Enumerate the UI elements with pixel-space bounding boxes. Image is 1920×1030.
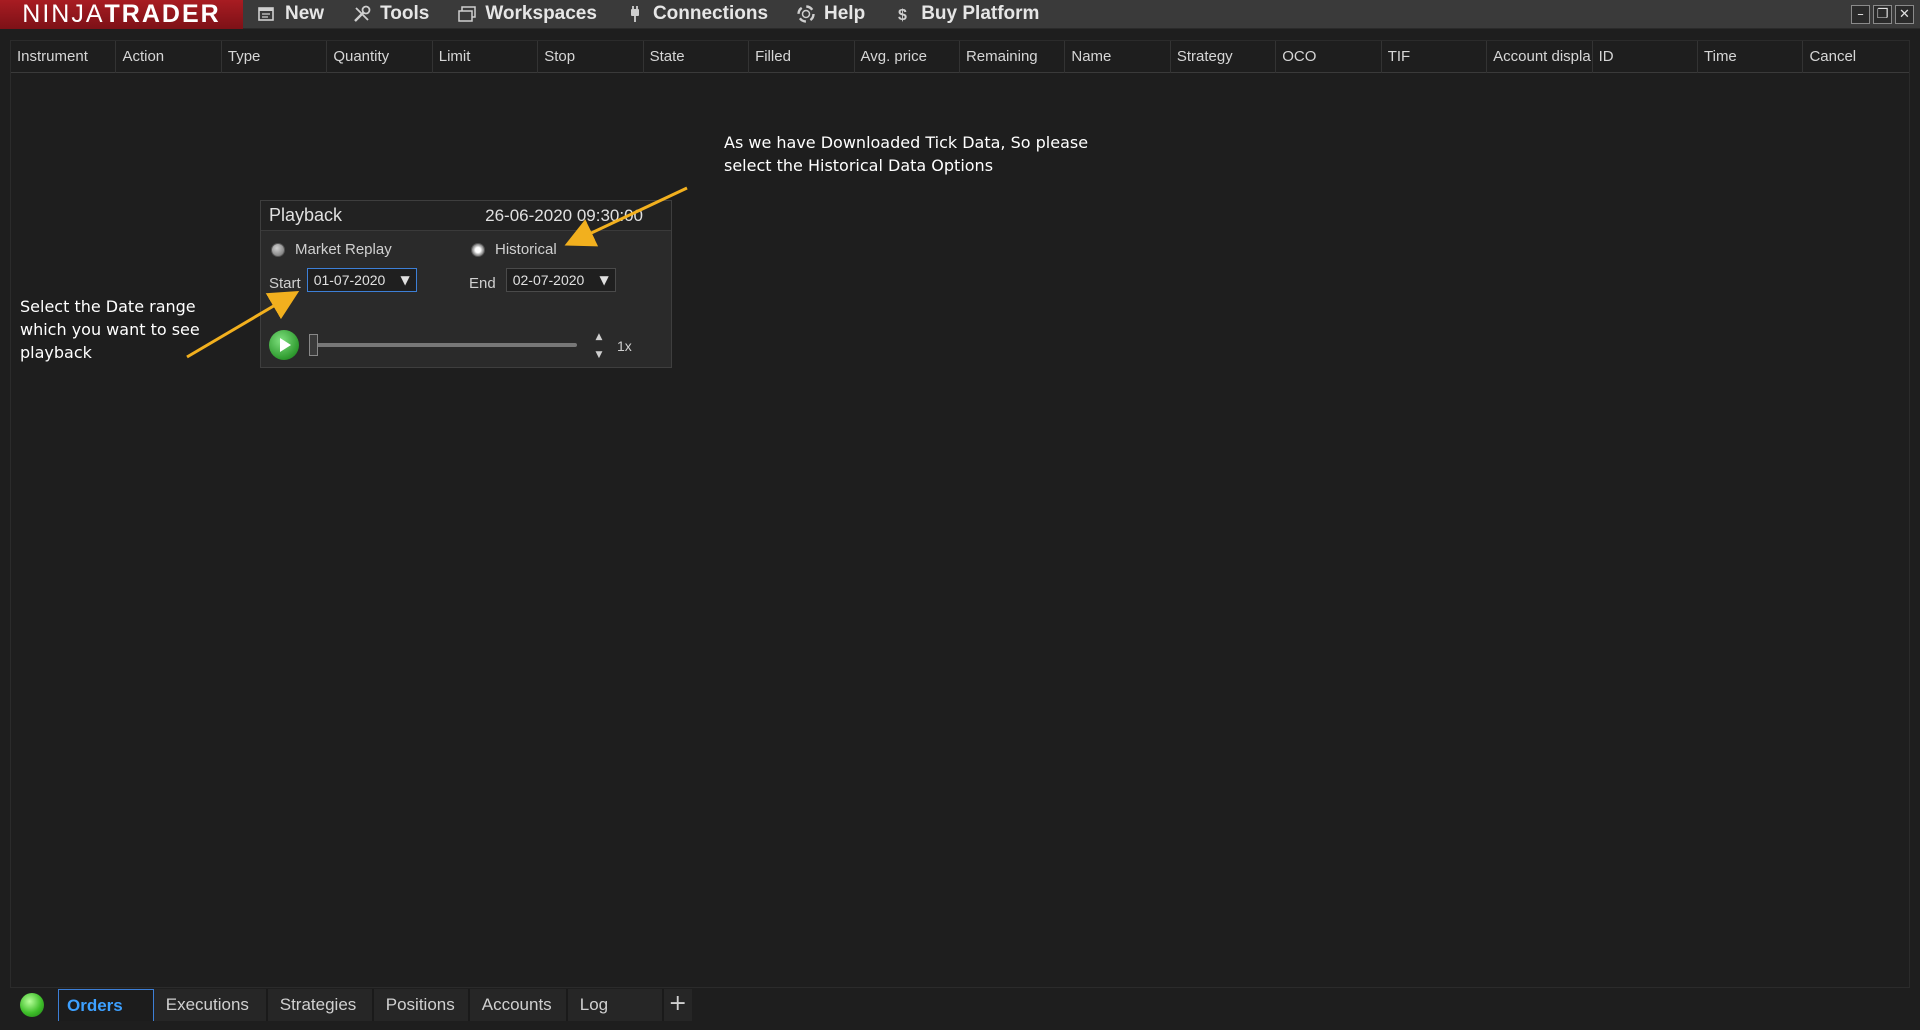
help-lifebuoy-icon xyxy=(797,5,815,23)
historical-radio[interactable] xyxy=(471,242,485,257)
menu-help[interactable]: Help xyxy=(782,0,879,29)
menu-help-label: Help xyxy=(824,3,866,24)
add-tab-button[interactable]: + xyxy=(663,989,692,1021)
start-label: Start xyxy=(269,274,301,292)
menu-workspaces[interactable]: Workspaces xyxy=(443,0,611,29)
start-date-picker[interactable]: 01-07-2020 ▼ xyxy=(306,268,417,292)
end-date-picker[interactable]: 02-07-2020 ▼ xyxy=(505,268,616,292)
annotation-historical-line-1: As we have Downloaded Tick Data, So plea… xyxy=(724,133,1089,152)
column-header-time[interactable]: Time xyxy=(1698,41,1804,73)
workspaces-icon xyxy=(458,6,477,22)
close-button[interactable]: ✕ xyxy=(1895,5,1914,24)
column-header-tif[interactable]: TIF xyxy=(1382,41,1488,73)
column-header-id[interactable]: ID xyxy=(1593,41,1698,73)
annotation-date-range-note: Select the Date range which you want to … xyxy=(20,295,200,364)
menu-tools-label: Tools xyxy=(380,3,430,24)
restore-button[interactable]: ❐ xyxy=(1873,5,1892,24)
playback-speed-value: 1x xyxy=(617,338,632,354)
column-header-type[interactable]: Type xyxy=(222,41,328,73)
menu-workspaces-label: Workspaces xyxy=(485,3,597,24)
play-icon xyxy=(280,338,291,352)
market-replay-option[interactable]: Market Replay xyxy=(271,241,392,258)
menu-buy-platform-label: Buy Platform xyxy=(921,3,1040,24)
minimize-button[interactable]: – xyxy=(1851,5,1870,24)
column-header-instrument[interactable]: Instrument xyxy=(11,41,117,73)
column-header-filled[interactable]: Filled xyxy=(749,41,855,73)
play-button[interactable] xyxy=(269,330,299,360)
historical-label: Historical xyxy=(495,241,557,258)
column-header-cancel[interactable]: Cancel xyxy=(1803,41,1908,73)
annotation-historical-line-2: select the Historical Data Options xyxy=(724,156,994,175)
main-menu-bar: NINJA TRADER New Tools Workspaces Connect… xyxy=(0,0,1920,29)
tab-log[interactable]: Log xyxy=(567,989,664,1021)
annotation-date-line-1: Select the Date range xyxy=(20,297,196,316)
column-header-oco[interactable]: OCO xyxy=(1276,41,1382,73)
column-header-limit[interactable]: Limit xyxy=(433,41,539,73)
tools-icon xyxy=(354,5,371,22)
annotation-date-line-2: which you want to see xyxy=(20,320,200,339)
speed-up-icon[interactable]: ▲ xyxy=(596,332,603,342)
menu-new[interactable]: New xyxy=(243,0,338,29)
tab-executions[interactable]: Executions xyxy=(153,989,268,1021)
playback-progress-thumb[interactable] xyxy=(309,334,318,356)
start-date-row: Start 01-07-2020 ▼ xyxy=(269,268,417,292)
annotation-date-line-3: playback xyxy=(20,343,92,362)
column-header-state[interactable]: State xyxy=(644,41,750,73)
market-replay-radio[interactable] xyxy=(271,242,285,257)
orders-grid-header: Instrument Action Type Quantity Limit St… xyxy=(11,41,1909,73)
tab-strategies[interactable]: Strategies xyxy=(267,989,374,1021)
bottom-tab-bar: Orders Executions Strategies Positions A… xyxy=(10,988,1910,1022)
playback-title-row: Playback 26-06-2020 09:30:00 xyxy=(261,201,671,231)
column-header-avg-price[interactable]: Avg. price xyxy=(855,41,960,73)
logo-text-trader: TRADER xyxy=(104,0,221,28)
chevron-down-icon[interactable]: ▼ xyxy=(599,273,608,287)
menu-connections-label: Connections xyxy=(652,3,769,24)
menu-connections[interactable]: Connections xyxy=(611,0,782,29)
historical-option[interactable]: Historical xyxy=(471,241,557,258)
logo-text-ninja: NINJA xyxy=(22,0,105,28)
control-center-window: NINJA TRADER New Tools Workspaces Connect… xyxy=(0,0,1920,1030)
playback-title: Playback xyxy=(269,205,343,225)
playback-current-datetime: 26-06-2020 09:30:00 xyxy=(485,205,643,225)
connections-plug-icon xyxy=(630,6,639,22)
speed-spinner[interactable]: ▲ ▼ xyxy=(591,332,607,360)
menu-buy-platform[interactable]: $ Buy Platform xyxy=(879,0,1053,29)
column-header-name[interactable]: Name xyxy=(1065,41,1171,73)
ninjatrader-logo[interactable]: NINJA TRADER xyxy=(0,0,243,29)
column-header-stop[interactable]: Stop xyxy=(538,41,644,73)
end-date-value: 02-07-2020 xyxy=(512,272,585,288)
market-replay-label: Market Replay xyxy=(295,241,392,258)
speed-down-icon[interactable]: ▼ xyxy=(596,350,603,360)
tab-orders[interactable]: Orders xyxy=(58,989,154,1021)
svg-text:$: $ xyxy=(898,7,907,24)
playback-progress-track[interactable] xyxy=(309,343,577,347)
playback-panel: Playback 26-06-2020 09:30:00 Market Repl… xyxy=(260,200,672,368)
column-header-strategy[interactable]: Strategy xyxy=(1171,41,1277,73)
tab-accounts[interactable]: Accounts xyxy=(469,989,568,1021)
new-window-icon xyxy=(258,7,274,21)
annotation-historical-note: As we have Downloaded Tick Data, So plea… xyxy=(724,131,1088,177)
menu-new-label: New xyxy=(285,3,325,24)
column-header-remaining[interactable]: Remaining xyxy=(960,41,1066,73)
column-header-account-display[interactable]: Account displa xyxy=(1487,41,1593,73)
tab-positions[interactable]: Positions xyxy=(373,989,470,1021)
start-date-value: 01-07-2020 xyxy=(313,272,386,288)
end-label: End xyxy=(469,274,496,292)
column-header-quantity[interactable]: Quantity xyxy=(327,41,433,73)
orders-grid[interactable]: Instrument Action Type Quantity Limit St… xyxy=(10,40,1910,988)
window-controls: – ❐ ✕ xyxy=(1851,5,1914,24)
dollar-icon: $ xyxy=(898,7,907,24)
menu-tools[interactable]: Tools xyxy=(338,0,443,29)
end-date-row: End 02-07-2020 ▼ xyxy=(469,268,616,292)
column-header-action[interactable]: Action xyxy=(116,41,222,73)
connection-status-icon[interactable] xyxy=(20,993,44,1017)
chevron-down-icon[interactable]: ▼ xyxy=(400,273,409,287)
